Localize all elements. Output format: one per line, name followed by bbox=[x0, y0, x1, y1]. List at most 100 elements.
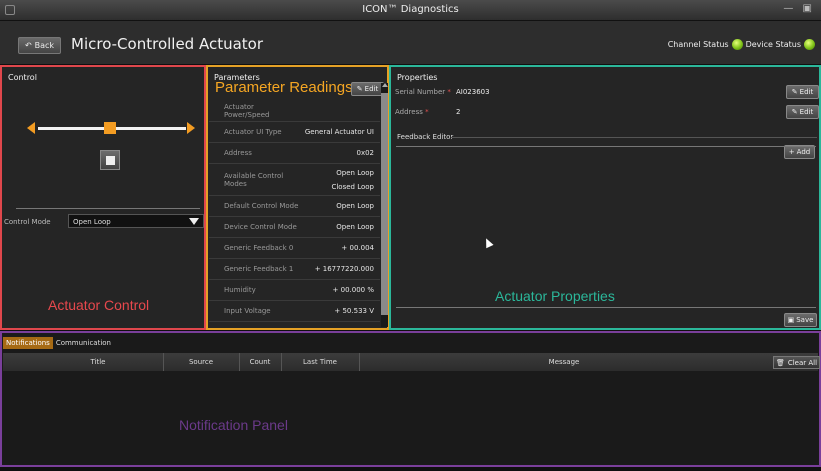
pencil-icon: ✎ bbox=[791, 108, 798, 116]
control-divider bbox=[16, 208, 200, 209]
channel-status-led-icon bbox=[731, 39, 743, 50]
parameter-value-line: Open Loop bbox=[336, 223, 374, 231]
parameter-value-line: Open Loop bbox=[336, 168, 374, 177]
speed-slider-thumb[interactable] bbox=[104, 122, 116, 134]
serial-number-label: Serial Number * bbox=[395, 88, 451, 96]
parameter-row: Device Control Mode Open Loop bbox=[209, 217, 380, 238]
edit-label: Edit bbox=[799, 108, 814, 116]
address-label-text: Address bbox=[395, 108, 423, 116]
parameter-key: Address bbox=[224, 149, 252, 157]
parameter-value: + 50.533 V bbox=[299, 304, 380, 318]
parameter-key: Device Control Mode bbox=[224, 223, 297, 231]
control-mode-label: Control Mode bbox=[4, 218, 51, 226]
parameter-value-line: Closed Loop bbox=[331, 182, 374, 191]
properties-panel: Properties Serial Number * AI023603 ✎ Ed… bbox=[389, 65, 821, 330]
parameter-key: Generic Feedback 1 bbox=[224, 265, 294, 273]
window-titlebar: ICON™ Diagnostics — ▣ bbox=[0, 0, 821, 21]
serial-number-value: AI023603 bbox=[456, 88, 490, 96]
notification-panel-label: Notification Panel bbox=[179, 417, 288, 433]
save-button[interactable]: ▣ Save bbox=[784, 313, 817, 327]
parameter-value: Open Loop Closed Loop bbox=[299, 166, 380, 194]
parameter-key: Actuator Power/Speed bbox=[224, 103, 270, 119]
parameter-key: Available Control Modes bbox=[224, 171, 284, 188]
channel-status-label: Channel Status bbox=[667, 40, 729, 49]
edit-label: Edit bbox=[799, 88, 814, 96]
control-panel: Control Control Mode Open Loop Actuator … bbox=[0, 65, 206, 330]
scroll-up-icon[interactable] bbox=[382, 83, 388, 87]
column-count[interactable]: Count bbox=[239, 358, 281, 366]
mouse-cursor-icon bbox=[482, 236, 494, 249]
parameter-row: Actuator UI Type General Actuator UI bbox=[209, 122, 380, 143]
parameters-edit-button[interactable]: ✎ Edit bbox=[351, 82, 384, 96]
slider-right-arrow-icon[interactable] bbox=[187, 122, 195, 134]
parameter-value: 0x02 bbox=[299, 146, 380, 160]
save-label: Save bbox=[796, 316, 814, 324]
tab-communication[interactable]: Communication bbox=[53, 337, 114, 349]
feedback-editor-label: Feedback Editor bbox=[397, 133, 454, 141]
window-controls[interactable]: — ▣ bbox=[783, 3, 815, 14]
parameter-row: Generic Feedback 1 + 16777220.000 bbox=[209, 259, 380, 280]
back-arrow-icon: ↶ bbox=[24, 41, 32, 50]
parameter-value-line: + 00.000 % bbox=[332, 286, 374, 294]
column-source[interactable]: Source bbox=[163, 358, 239, 366]
feedback-list-top bbox=[396, 146, 816, 147]
serial-number-label-text: Serial Number bbox=[395, 88, 446, 96]
parameter-row: Available Control Modes Open Loop Closed L… bbox=[209, 164, 380, 196]
parameter-key: Humidity bbox=[224, 286, 256, 294]
add-feedback-button[interactable]: + Add bbox=[784, 145, 815, 159]
parameter-key: Generic Feedback 0 bbox=[224, 244, 294, 252]
trash-icon: 🗑 bbox=[775, 358, 785, 367]
properties-panel-title: Properties bbox=[397, 73, 438, 82]
status-indicators: Channel Status Device Status bbox=[668, 39, 815, 50]
parameters-scrollbar[interactable] bbox=[381, 83, 388, 327]
parameter-value: Open Loop bbox=[299, 199, 380, 213]
parameter-readings-heading: Parameter Readings bbox=[215, 79, 353, 96]
parameter-value: + 00.000 % bbox=[299, 283, 380, 297]
parameter-value-line: + 50.533 V bbox=[334, 307, 374, 315]
tab-notifications[interactable]: Notifications bbox=[3, 337, 53, 349]
notification-panel: Notifications Communication Title Source… bbox=[0, 331, 821, 467]
notification-table-header: Title Source Count Last Time Message bbox=[3, 353, 818, 371]
parameter-key: Actuator UI Type bbox=[224, 128, 282, 136]
parameter-row: Humidity + 00.000 % bbox=[209, 280, 380, 301]
control-mode-value: Open Loop bbox=[73, 218, 111, 226]
column-message[interactable]: Message bbox=[359, 358, 769, 366]
address-value: 2 bbox=[456, 108, 461, 116]
parameter-row: Default Control Mode Open Loop bbox=[209, 196, 380, 217]
window-title: ICON™ Diagnostics bbox=[362, 4, 459, 15]
actuator-control-label: Actuator Control bbox=[48, 297, 150, 313]
save-disk-icon: ▣ bbox=[787, 316, 795, 324]
address-label: Address * bbox=[395, 108, 429, 116]
scroll-thumb[interactable] bbox=[381, 93, 388, 315]
device-status-label: Device Status bbox=[745, 40, 801, 49]
parameter-value: + 00.004 bbox=[299, 241, 380, 255]
parameter-value-line: + 00.004 bbox=[341, 244, 374, 252]
parameter-value: Open Loop bbox=[299, 220, 380, 234]
address-edit-button[interactable]: ✎ Edit bbox=[786, 105, 819, 119]
plus-icon: + bbox=[788, 148, 795, 156]
control-mode-select[interactable]: Open Loop bbox=[68, 214, 204, 228]
pencil-icon: ✎ bbox=[356, 85, 363, 93]
parameter-key: Input Voltage bbox=[224, 307, 271, 315]
feedback-header-line bbox=[451, 137, 817, 138]
actuator-properties-label: Actuator Properties bbox=[495, 288, 615, 304]
clear-all-button[interactable]: 🗑 Clear All bbox=[773, 356, 820, 369]
parameter-row: Generic Feedback 0 + 00.004 bbox=[209, 238, 380, 259]
back-button[interactable]: ↶ Back bbox=[18, 37, 61, 54]
required-mark: * bbox=[425, 108, 429, 116]
column-last-time[interactable]: Last Time bbox=[281, 358, 359, 366]
slider-left-arrow-icon[interactable] bbox=[27, 122, 35, 134]
feedback-list-bottom bbox=[396, 307, 816, 308]
parameter-row: Input Voltage + 50.533 V bbox=[209, 301, 380, 322]
parameter-key: Default Control Mode bbox=[224, 202, 299, 210]
serial-edit-button[interactable]: ✎ Edit bbox=[786, 85, 819, 99]
dropdown-arrow-icon bbox=[189, 218, 199, 225]
parameter-value-line: 0x02 bbox=[356, 149, 374, 157]
edit-label: Edit bbox=[364, 85, 379, 93]
stop-button[interactable] bbox=[100, 150, 120, 170]
pencil-icon: ✎ bbox=[791, 88, 798, 96]
notification-tabs: Notifications Communication bbox=[3, 337, 114, 349]
parameter-value-line: + 16777220.000 bbox=[314, 265, 374, 273]
required-mark: * bbox=[447, 88, 451, 96]
parameter-value-line: General Actuator UI bbox=[304, 128, 374, 136]
